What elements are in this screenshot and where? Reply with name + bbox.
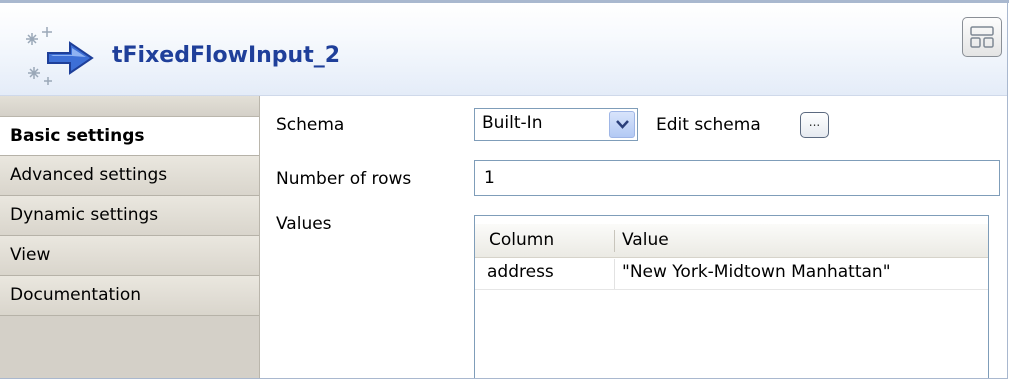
window-frame (0, 0, 1008, 379)
